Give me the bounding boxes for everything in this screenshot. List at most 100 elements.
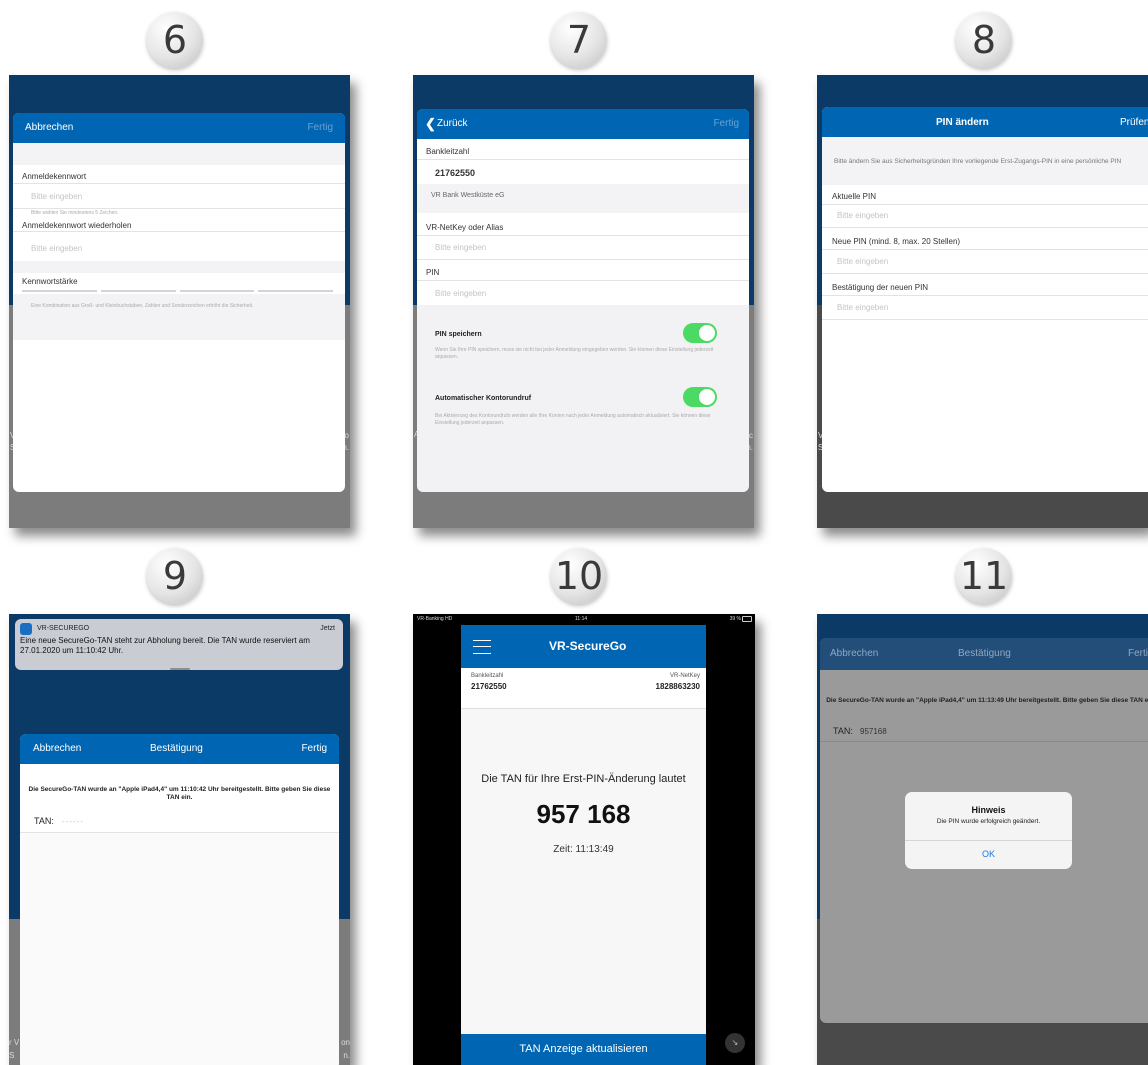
screenshot-step-7: A c n. ❮ Zurück Fertig Bankleitzahl 2176… [413, 75, 754, 528]
netkey-input[interactable]: Bitte eingeben [435, 243, 486, 252]
notification-grabber [170, 668, 190, 670]
page-title: PIN ändern [936, 117, 989, 128]
screenshot-step-6: V S o n. Abbrechen Fertig Anmeldekennwor… [9, 75, 350, 528]
password-label: Anmeldekennwort [22, 172, 87, 181]
battery-icon [742, 616, 752, 622]
new-pin-label: Neue PIN (mind. 8, max. 20 Stellen) [832, 237, 961, 246]
securego-app: VR-SecureGo Bankleitzahl 21762550 VR-Net… [461, 625, 706, 1065]
push-notification[interactable]: VR-SECUREGO Jetzt Eine neue SecureGo-TAN… [15, 619, 343, 670]
tan-input[interactable]: ------ [62, 817, 84, 826]
blz-value: 21762550 [471, 682, 507, 691]
netkey-label: VR-NetKey oder Alias [426, 223, 504, 232]
auto-refresh-toggle[interactable] [683, 387, 717, 407]
nav-bar: Abbrechen Fertig [13, 113, 345, 143]
tan-message: Die SecureGo-TAN wurde an "Apple iPad4,4… [28, 786, 331, 801]
screenshot-step-10: VR-Banking HD 11:14 39 % VR-SecureGo Ban… [413, 614, 755, 1065]
sheet-title: Bestätigung [150, 743, 203, 754]
password-sheet: Abbrechen Fertig Anmeldekennwort Bitte e… [13, 113, 345, 492]
auto-refresh-hint: Bei Aktivierung des Kontorundrufs werden… [435, 413, 711, 426]
alert-title: Hinweis [971, 805, 1006, 815]
current-pin-label: Aktuelle PIN [832, 192, 877, 201]
confirm-pin-label: Bestätigung der neuen PIN [832, 283, 929, 292]
alert-message: Die PIN wurde erfolgreich geändert. [936, 818, 1041, 825]
alert-ok-button[interactable]: OK [905, 849, 1072, 859]
status-time: 11:14 [575, 616, 588, 622]
tan-label: TAN: [34, 816, 54, 826]
refresh-tan-label: TAN Anzeige aktualisieren [519, 1043, 648, 1055]
step-badge-6: 6 [147, 12, 203, 68]
nav-bar: ❮ Zurück Fertig [417, 109, 749, 139]
back-button[interactable]: Zurück [437, 118, 468, 129]
save-pin-label: PIN speichern [435, 331, 482, 338]
back-chevron-icon[interactable]: ❮ [425, 116, 436, 132]
pin-input[interactable]: Bitte eingeben [435, 289, 486, 298]
tan-heading: Die TAN für Ihre Erst-PIN-Änderung laute… [481, 773, 686, 785]
refresh-tan-button[interactable]: TAN Anzeige aktualisieren [461, 1034, 706, 1065]
strength-meter [22, 290, 333, 292]
tan-display: 957 168 [536, 799, 631, 829]
done-button[interactable]: Fertig [1128, 648, 1148, 659]
strength-hint: Eine Kombination aus Groß- und Kleinbuch… [31, 303, 254, 309]
netkey-label: VR-NetKey [669, 673, 700, 679]
edge-text-right: on n. [341, 1038, 350, 1060]
current-pin-input[interactable]: Bitte eingeben [837, 211, 888, 220]
tan-message: Die SecureGo-TAN wurde an "Apple iPad4,4… [826, 697, 1148, 704]
step-badge-7: 7 [551, 12, 607, 68]
done-button[interactable]: Fertig [713, 118, 739, 129]
status-bar: VR-Banking HD 11:14 39 % [413, 614, 755, 624]
nav-bar: Abbrechen Bestätigung Fertig [20, 734, 339, 764]
status-battery: 39 % [729, 616, 741, 622]
repeat-input[interactable]: Bitte eingeben [31, 244, 82, 253]
section-spacer-2 [13, 261, 345, 273]
cancel-button[interactable]: Abbrechen [25, 122, 73, 133]
done-button[interactable]: Fertig [301, 743, 327, 754]
nav-bar: Abbrechen Bestätigung Fertig [820, 638, 1148, 670]
tan-input[interactable]: 957168 [860, 727, 887, 736]
nav-bar: PIN ändern Prüfen [822, 107, 1148, 137]
cancel-button[interactable]: Abbrechen [830, 648, 878, 659]
bank-name: VR Bank Westküste eG [431, 192, 505, 199]
auto-refresh-label: Automatischer Kontorundruf [435, 395, 532, 402]
repeat-label: Anmeldekennwort wiederholen [22, 221, 132, 230]
strength-label: Kennwortstärke [22, 277, 78, 286]
password-input[interactable]: Bitte eingeben [31, 192, 82, 201]
step-badge-8: 8 [956, 12, 1012, 68]
success-alert: Hinweis Die PIN wurde erfolgreich geände… [905, 792, 1072, 869]
notification-time: Jetzt [320, 625, 335, 632]
save-pin-hint: Wenn Sie Ihre PIN speichern, muss sie ni… [435, 347, 714, 360]
step-badge-9: 9 [147, 548, 203, 604]
securego-app-icon [20, 623, 32, 635]
blz-value[interactable]: 21762550 [435, 168, 475, 178]
notification-app-name: VR-SECUREGO [37, 625, 90, 632]
hamburger-menu-icon[interactable] [473, 640, 491, 654]
collapse-arrows-icon[interactable]: ↘ [725, 1033, 745, 1053]
blz-label: Bankleitzahl [426, 147, 470, 156]
confirmation-sheet: Abbrechen Bestätigung Fertig Die SecureG… [20, 734, 339, 1065]
intro-text: Bitte ändern Sie aus Sicherheitsgründen … [834, 158, 1122, 165]
new-pin-input[interactable]: Bitte eingeben [837, 257, 888, 266]
tan-label: TAN: [833, 726, 853, 736]
confirm-pin-input[interactable]: Bitte eingeben [837, 303, 888, 312]
pin-label: PIN [426, 268, 440, 277]
step-badge-11: 11 [956, 548, 1012, 604]
done-button[interactable]: Fertig [307, 122, 333, 133]
screenshot-step-11: Abbrechen Bestätigung Fertig Die SecureG… [817, 614, 1148, 1065]
password-hint: Bitte wählen Sie mindestens 5 Zeichen. [31, 210, 119, 216]
edge-text-left: r V S [9, 1038, 20, 1060]
tan-time: Zeit: 11:13:49 [553, 844, 614, 855]
netkey-value: 1828863230 [655, 682, 701, 691]
notification-text: Eine neue SecureGo-TAN steht zur Abholun… [20, 636, 310, 655]
pin-change-sheet: PIN ändern Prüfen Bitte ändern Sie aus S… [822, 107, 1148, 492]
app-header: VR-SecureGo [461, 625, 706, 668]
blz-label: Bankleitzahl [471, 673, 504, 679]
step-badge-10: 10 [551, 548, 607, 604]
check-button[interactable]: Prüfen [1120, 117, 1148, 128]
status-carrier: VR-Banking HD [417, 616, 453, 622]
cancel-button[interactable]: Abbrechen [33, 743, 81, 754]
login-sheet: ❮ Zurück Fertig Bankleitzahl 21762550 VR… [417, 109, 749, 492]
sheet-title: Bestätigung [958, 648, 1011, 659]
strength-hint-area [13, 294, 345, 340]
screenshot-step-8: V S PIN ändern Prüfen Bitte ändern Sie a… [817, 75, 1148, 528]
section-spacer [13, 143, 345, 165]
save-pin-toggle[interactable] [683, 323, 717, 343]
